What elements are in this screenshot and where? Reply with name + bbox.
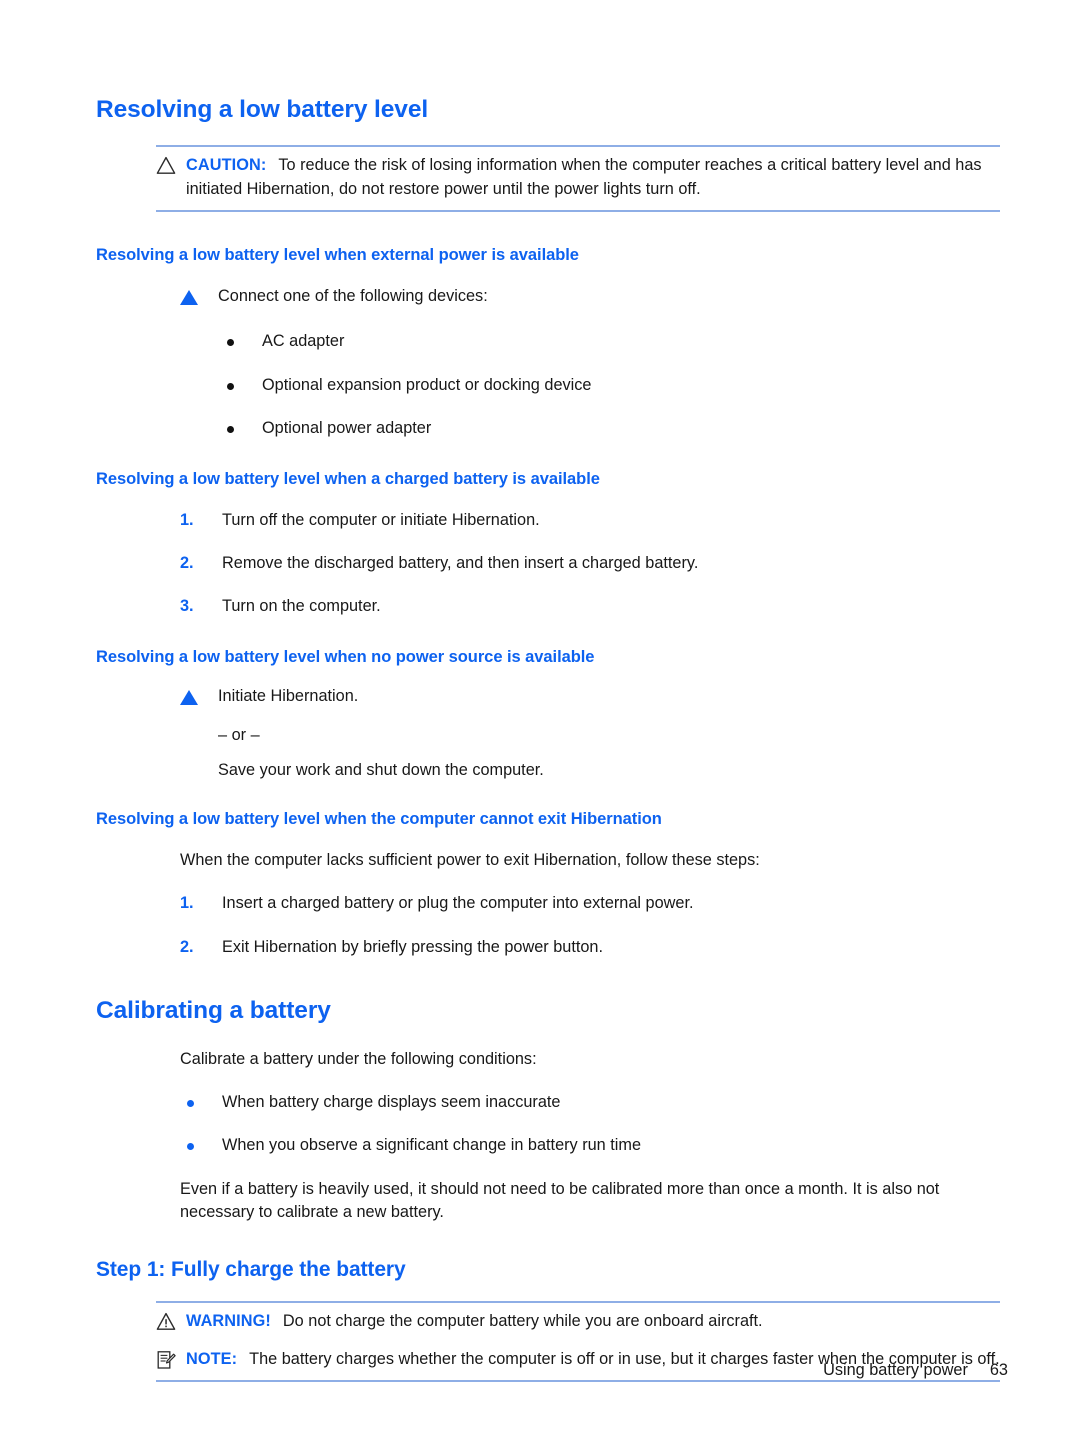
warning-triangle-icon — [156, 156, 178, 178]
page-footer: Using battery power 63 — [823, 1361, 1008, 1380]
triangle-list-item: Connect one of the following devices: — [180, 285, 1008, 308]
list-item-number: 1. — [180, 894, 194, 913]
subsection-heading-external-power: Resolving a low battery level when exter… — [96, 246, 579, 265]
bullet-dot-icon — [227, 339, 234, 347]
warning-text: Do not charge the computer battery while… — [282, 1312, 763, 1331]
page-content: Resolving a low battery level CAUTION: To… — [96, 96, 1008, 1383]
calibrating-lead: Calibrate a battery under the following … — [180, 1050, 537, 1069]
warning-triangle-exclamation-icon — [156, 1312, 178, 1334]
lead-paragraph: When the computer lacks sufficient power… — [180, 851, 760, 870]
document-page: Resolving a low battery level CAUTION: To… — [0, 0, 1080, 1437]
list-item-text: Optional expansion product or docking de… — [262, 375, 592, 394]
triangle-list-item-text: Connect one of the following devices: — [218, 287, 488, 306]
numbered-list-item: 2. Exit Hibernation by briefly pressing … — [180, 936, 1008, 959]
section-heading-calibrating: Calibrating a battery — [96, 996, 331, 1024]
list-item-text: Turn off the computer or initiate Hibern… — [222, 510, 540, 529]
caution-body: CAUTION: To reduce the risk of losing inf… — [156, 154, 1000, 201]
numbered-list-item: 2. Remove the discharged battery, and th… — [180, 552, 1008, 575]
bullet-list-devices: AC adapter Optional expansion product or… — [224, 330, 1008, 439]
caution-admonition: CAUTION: To reduce the risk of losing inf… — [156, 145, 1000, 213]
list-item-number: 2. — [180, 937, 194, 956]
bullet-dot-icon — [227, 382, 234, 390]
triangle-bullet-icon — [180, 290, 198, 306]
calibrating-paragraph: Even if a battery is heavily used, it sh… — [180, 1179, 940, 1221]
footer-page-number: 63 — [989, 1361, 1008, 1379]
list-item: When battery charge displays seem inaccu… — [184, 1091, 1008, 1114]
list-item-number: 2. — [180, 553, 194, 572]
caution-text: To reduce the risk of losing information… — [186, 156, 982, 198]
list-item-text: Exit Hibernation by briefly pressing the… — [222, 937, 604, 956]
list-item-text: Optional power adapter — [262, 418, 432, 437]
numbered-list-item: 1. Turn off the computer or initiate Hib… — [180, 509, 1008, 532]
footer-running-head: Using battery power — [823, 1361, 968, 1379]
page-title: Resolving a low battery level — [96, 96, 429, 123]
triangle-list-item-text: Initiate Hibernation. — [218, 687, 359, 706]
triangle-list-item: Initiate Hibernation. — [180, 685, 1008, 708]
or-separator: – or – — [218, 726, 260, 745]
caution-label: CAUTION: — [186, 156, 267, 175]
list-item-text: Remove the discharged battery, and then … — [222, 553, 699, 572]
bullet-list-calibrating: When battery charge displays seem inaccu… — [184, 1091, 1008, 1157]
list-item: Optional power adapter — [224, 417, 1008, 440]
warning-label: WARNING! — [186, 1312, 271, 1331]
subsection-heading-no-power-source: Resolving a low battery level when no po… — [96, 648, 595, 667]
note-label: NOTE: — [186, 1349, 238, 1368]
list-item: When you observe a significant change in… — [184, 1134, 1008, 1157]
subsection-heading-cannot-exit-hibernation: Resolving a low battery level when the c… — [96, 810, 662, 829]
bullet-dot-icon — [187, 1100, 194, 1108]
list-item-number: 1. — [180, 510, 194, 529]
warning-body: WARNING! Do not charge the computer batte… — [156, 1310, 1000, 1333]
list-item-number: 3. — [180, 597, 194, 616]
list-item-text: Insert a charged battery or plug the com… — [222, 894, 694, 913]
bullet-dot-icon — [227, 425, 234, 433]
numbered-list-item: 1. Insert a charged battery or plug the … — [180, 892, 1008, 915]
bullet-dot-icon — [187, 1143, 194, 1151]
list-item-text: Turn on the computer. — [222, 597, 381, 616]
list-item-text: AC adapter — [262, 332, 345, 351]
numbered-list-item: 3. Turn on the computer. — [180, 595, 1008, 618]
triangle-bullet-icon — [180, 690, 198, 706]
subsection-heading-charged-battery: Resolving a low battery level when a cha… — [96, 469, 600, 488]
list-item-text: When you observe a significant change in… — [222, 1136, 642, 1155]
list-item: Optional expansion product or docking de… — [224, 374, 1008, 397]
note-pencil-icon — [156, 1350, 178, 1372]
list-item-text: When battery charge displays seem inaccu… — [222, 1093, 561, 1112]
section-heading-step1: Step 1: Fully charge the battery — [96, 1257, 406, 1281]
list-item: AC adapter — [224, 330, 1008, 353]
alternative-instruction: Save your work and shut down the compute… — [218, 761, 544, 780]
